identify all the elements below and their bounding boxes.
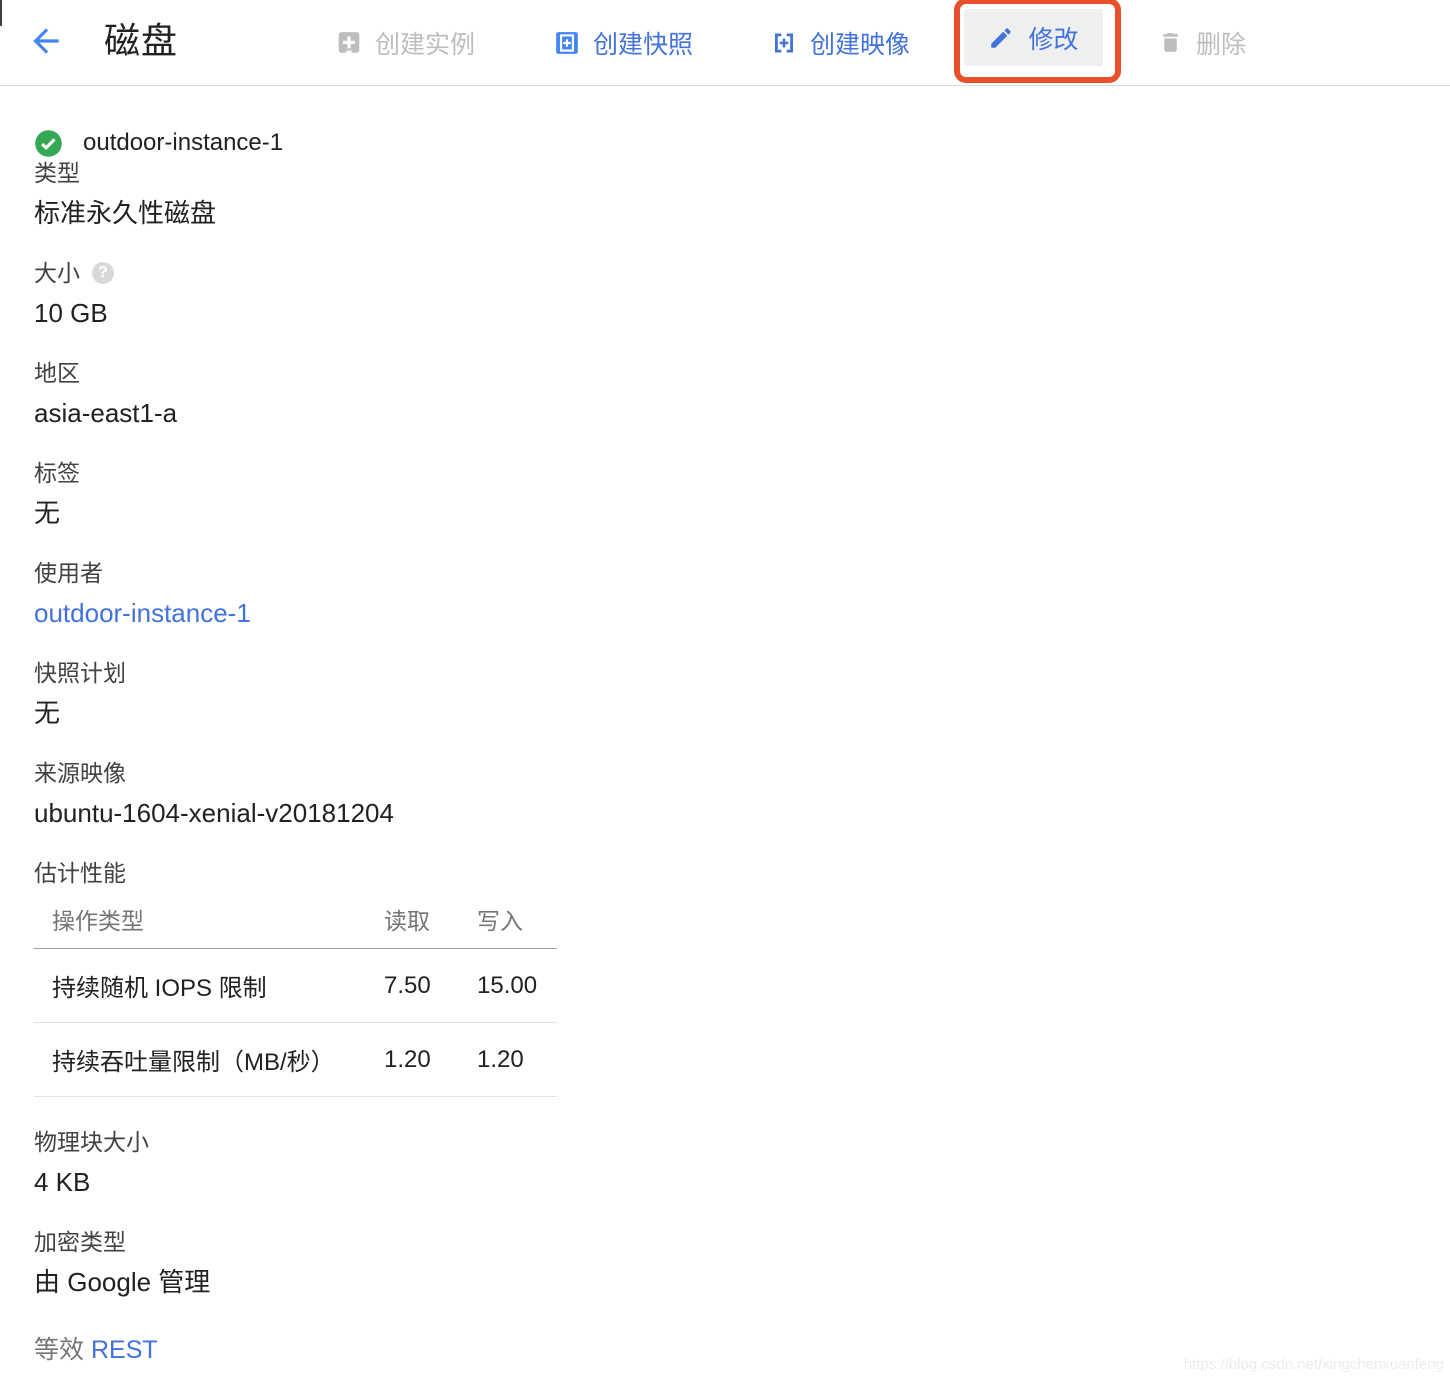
throughput-label: 持续吞吐量限制（MB/秒）: [34, 1023, 384, 1097]
throughput-write-value: 1.20: [477, 1023, 557, 1097]
table-row-iops: 持续随机 IOPS 限制 7.50 15.00: [34, 949, 557, 1023]
field-labels: 标签 无: [34, 458, 1414, 558]
screenshot-edge-artifact: [0, 0, 2, 26]
equivalent-rest-prefix: 等效: [34, 1336, 84, 1364]
table-row-throughput: 持续吞吐量限制（MB/秒） 1.20 1.20: [34, 1023, 557, 1097]
create-image-label: 创建映像: [810, 25, 910, 61]
field-source-image: 来源映像 ubuntu-1604-xenial-v20181204: [34, 758, 1414, 858]
instance-plus-icon: [336, 30, 362, 56]
disk-status-row: outdoor-instance-1: [34, 128, 1414, 158]
performance-table: 操作类型 读取 写入 持续随机 IOPS 限制 7.50 15.00 持续吞吐量…: [34, 898, 557, 1097]
field-used-by-label: 使用者: [34, 558, 1414, 588]
delete-button: 删除: [1158, 0, 1246, 85]
performance-section: 估计性能 操作类型 读取 写入 持续随机 IOPS 限制 7.50 15.00 …: [34, 858, 1414, 1097]
field-type-label: 类型: [34, 158, 1414, 188]
field-size-value: 10 GB: [34, 296, 1414, 330]
performance-header-row: 操作类型 读取 写入: [34, 898, 557, 949]
field-used-by: 使用者 outdoor-instance-1: [34, 558, 1414, 658]
field-encryption-value: 由 Google 管理: [34, 1265, 1414, 1299]
edit-label: 修改: [1028, 20, 1078, 56]
edit-button[interactable]: 修改: [964, 9, 1103, 66]
create-image-button[interactable]: 创建映像: [771, 0, 910, 85]
disk-details-panel: outdoor-instance-1 类型 标准永久性磁盘 大小 ? 10 GB…: [34, 85, 1414, 1365]
image-plus-icon: [771, 30, 797, 56]
field-zone-label: 地区: [34, 358, 1414, 388]
snapshot-plus-icon: [554, 30, 580, 56]
field-block-size-label: 物理块大小: [34, 1127, 1414, 1157]
col-operation-type: 操作类型: [34, 898, 384, 949]
col-read: 读取: [384, 898, 477, 949]
iops-read-value: 7.50: [384, 949, 477, 1023]
csdn-watermark: https://blog.csdn.net/xingchenxuanfeng: [1184, 1356, 1444, 1373]
trash-icon: [1158, 30, 1183, 55]
field-snapshot-schedule: 快照计划 无: [34, 658, 1414, 758]
field-type-value: 标准永久性磁盘: [34, 196, 1414, 230]
field-snapshot-schedule-label: 快照计划: [34, 658, 1414, 688]
field-labels-label: 标签: [34, 458, 1414, 488]
throughput-read-value: 1.20: [384, 1023, 477, 1097]
disk-name: outdoor-instance-1: [83, 129, 283, 157]
field-labels-value: 无: [34, 496, 1414, 530]
field-encryption-label: 加密类型: [34, 1227, 1414, 1257]
pencil-icon: [988, 25, 1014, 51]
status-ok-icon: [34, 129, 63, 158]
iops-label: 持续随机 IOPS 限制: [34, 949, 384, 1023]
field-block-size-value: 4 KB: [34, 1165, 1414, 1199]
arrow-left-icon: [27, 22, 65, 60]
field-size: 大小 ? 10 GB: [34, 258, 1414, 358]
help-icon[interactable]: ?: [92, 262, 114, 284]
edit-highlight-annotation: 修改: [954, 0, 1121, 83]
rest-link[interactable]: REST: [91, 1336, 158, 1364]
field-size-label: 大小: [34, 258, 80, 288]
create-snapshot-button[interactable]: 创建快照: [554, 0, 693, 85]
field-snapshot-schedule-value: 无: [34, 696, 1414, 730]
create-instance-button: 创建实例: [336, 0, 475, 85]
field-source-image-label: 来源映像: [34, 758, 1414, 788]
back-button[interactable]: [24, 19, 68, 63]
field-encryption: 加密类型 由 Google 管理: [34, 1227, 1414, 1327]
create-instance-label: 创建实例: [375, 25, 475, 61]
performance-title: 估计性能: [34, 858, 1414, 888]
page-title: 磁盘: [104, 12, 178, 64]
delete-label: 删除: [1196, 25, 1246, 61]
field-type: 类型 标准永久性磁盘: [34, 158, 1414, 258]
field-source-image-value: ubuntu-1604-xenial-v20181204: [34, 796, 1414, 830]
used-by-instance-link[interactable]: outdoor-instance-1: [34, 596, 1414, 630]
create-snapshot-label: 创建快照: [593, 25, 693, 61]
field-block-size: 物理块大小 4 KB: [34, 1127, 1414, 1227]
field-zone: 地区 asia-east1-a: [34, 358, 1414, 458]
field-zone-value: asia-east1-a: [34, 396, 1414, 430]
top-toolbar: 磁盘 创建实例 创建快照: [0, 0, 1450, 86]
iops-write-value: 15.00: [477, 949, 557, 1023]
col-write: 写入: [477, 898, 557, 949]
